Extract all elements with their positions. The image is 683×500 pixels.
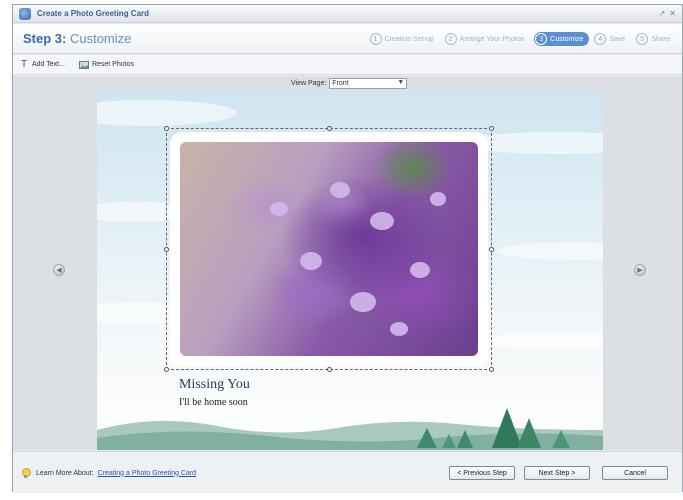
wizard-footer: Learn More About: Creating a Photo Greet… xyxy=(13,451,682,493)
step-number: 4 xyxy=(594,33,607,45)
step-name: Customize xyxy=(69,31,132,46)
step-number: 3 xyxy=(535,33,548,45)
step-number: 5 xyxy=(636,33,649,45)
close-icon[interactable]: ✕ xyxy=(669,9,676,18)
flower-blossom xyxy=(430,192,446,206)
cancel-button[interactable]: Cancel xyxy=(602,466,668,480)
step-creation-setup[interactable]: 1 Creation Set-up xyxy=(369,32,440,46)
title-bar: Create a Photo Greeting Card ↗ ✕ xyxy=(13,5,682,23)
reset-photos-button[interactable]: Reset Photos xyxy=(78,60,134,70)
flower-blossom xyxy=(330,182,350,198)
cloud-decoration xyxy=(497,242,603,260)
learn-more-label: Learn More About: xyxy=(36,469,94,477)
chevron-right-icon: ▶ xyxy=(637,267,643,274)
step-arrange-photos[interactable]: 2 Arrange Your Photos xyxy=(444,32,531,46)
card-photo xyxy=(170,132,488,366)
step-number: 1 xyxy=(369,33,382,45)
restore-icon[interactable]: ↗ xyxy=(659,9,666,18)
resize-handle[interactable] xyxy=(164,126,169,131)
learn-more-link[interactable]: Creating a Photo Greeting Card xyxy=(98,470,196,477)
view-page-select[interactable]: Front ▼ xyxy=(329,78,408,89)
flower-photo xyxy=(180,142,478,356)
card-title-text[interactable]: Missing You xyxy=(179,377,250,393)
next-step-button[interactable]: Next Step > xyxy=(524,466,590,480)
next-page-button[interactable]: ▶ xyxy=(634,264,646,276)
flower-blossom xyxy=(370,212,394,230)
step-number: 2 xyxy=(444,33,457,45)
view-page-control: View Page: Front ▼ xyxy=(291,78,408,89)
photo-selection-frame[interactable] xyxy=(164,126,494,372)
page-title: Step 3: Customize xyxy=(23,31,131,46)
greeting-card-preview: Missing You I'll be home soon xyxy=(97,92,603,450)
step-share[interactable]: 5 Share xyxy=(635,32,676,46)
landscape-illustration xyxy=(97,408,603,450)
flower-blossom xyxy=(270,202,288,216)
learn-more: Learn More About: Creating a Photo Greet… xyxy=(21,468,196,478)
flower-blossom xyxy=(300,252,322,270)
window-title: Create a Photo Greeting Card xyxy=(37,9,150,18)
wizard-window: Create a Photo Greeting Card ↗ ✕ Step 3:… xyxy=(12,4,683,493)
resize-handle[interactable] xyxy=(489,126,494,131)
resize-handle[interactable] xyxy=(489,247,494,252)
app-icon xyxy=(19,7,31,20)
text-tool-icon: T xyxy=(20,59,28,70)
step-label: Save xyxy=(609,35,626,43)
view-page-label: View Page: xyxy=(291,80,327,87)
chevron-left-icon: ◀ xyxy=(56,267,62,274)
flower-blossom xyxy=(350,292,376,312)
lightbulb-icon xyxy=(21,468,31,478)
step-header: Step 3: Customize 1 Creation Set-up 2 Ar… xyxy=(13,24,682,54)
canvas-area: View Page: Front ▼ ◀ ▶ Missing You I'll … xyxy=(13,76,682,450)
flower-blossom xyxy=(390,322,408,336)
step-label: Customize xyxy=(550,35,584,43)
resize-handle[interactable] xyxy=(164,247,169,252)
step-prefix: Step 3: xyxy=(23,31,67,46)
step-label: Creation Set-up xyxy=(384,35,434,43)
toolbar: T Add Text... Reset Photos xyxy=(13,55,682,75)
cloud-decoration xyxy=(97,100,237,126)
previous-page-button[interactable]: ◀ xyxy=(53,264,65,276)
add-text-label: Add Text... xyxy=(32,61,65,68)
add-text-button[interactable]: T Add Text... xyxy=(19,59,65,70)
window-controls: ↗ ✕ xyxy=(659,9,676,18)
flower-blossom xyxy=(410,262,430,278)
reset-photos-label: Reset Photos xyxy=(91,61,134,68)
step-label: Share xyxy=(651,35,670,43)
cloud-decoration xyxy=(487,332,603,350)
reset-photos-icon xyxy=(78,60,89,70)
step-customize[interactable]: 3 Customize xyxy=(534,32,590,46)
chevron-down-icon: ▼ xyxy=(397,79,405,86)
previous-step-button[interactable]: < Previous Step xyxy=(449,466,515,480)
resize-handle[interactable] xyxy=(327,367,332,372)
step-save[interactable]: 4 Save xyxy=(593,32,631,46)
resize-handle[interactable] xyxy=(489,367,494,372)
view-page-value: Front xyxy=(332,80,349,87)
resize-handle[interactable] xyxy=(327,126,332,131)
step-progress: 1 Creation Set-up 2 Arrange Your Photos … xyxy=(369,32,676,46)
resize-handle[interactable] xyxy=(164,367,169,372)
step-label: Arrange Your Photos xyxy=(459,35,525,43)
